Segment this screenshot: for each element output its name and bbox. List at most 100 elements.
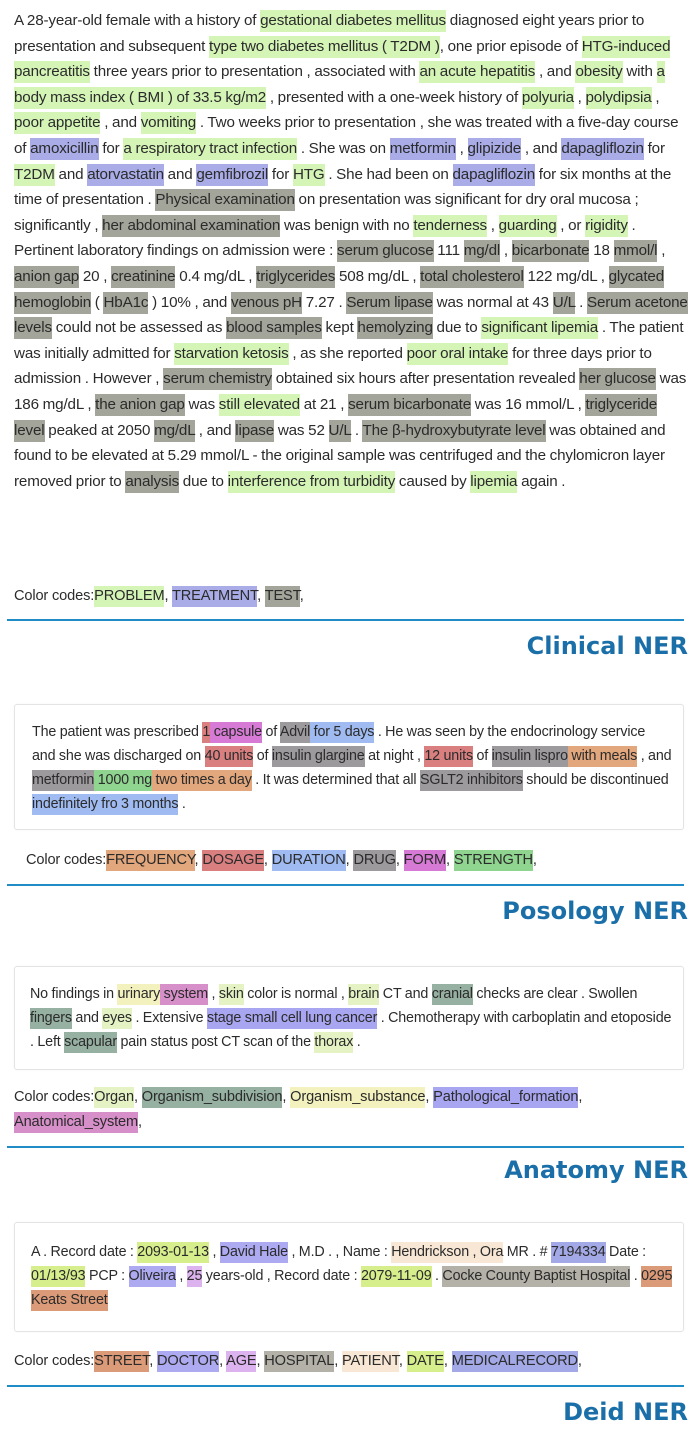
legend-item-form: FORM — [403, 850, 446, 871]
entity-organism-subdivision: cranial — [431, 984, 473, 1005]
entity-test: mg/dL — [154, 419, 195, 442]
legend-item-organism-subdivision: Organism_subdivision — [141, 1087, 282, 1108]
plain-text: due to — [432, 319, 482, 337]
entity-problem: poor appetite — [14, 112, 101, 135]
clinical-ner-text: A 28-year-old female with a history of g… — [14, 8, 690, 494]
plain-text: . — [353, 1034, 361, 1050]
plain-text: again . — [517, 472, 566, 490]
entity-problem: still elevated — [218, 393, 300, 416]
legend-separator: , — [532, 852, 537, 868]
entity-drug: SGLT2 inhibitors — [419, 770, 523, 791]
entity-organ: brain — [348, 984, 379, 1005]
entity-organism-subdivision: scapular — [64, 1032, 117, 1053]
plain-text: pain status post CT scan of the — [116, 1034, 315, 1050]
entity-test: creatinine — [111, 265, 176, 288]
legend-item-medicalrecord: MEDICALRECORD — [451, 1351, 578, 1372]
legend-item-hospital: HOSPITAL — [264, 1351, 334, 1372]
entity-test: serum bicarbonate — [348, 393, 471, 416]
legend-prefix: Color codes: — [14, 1089, 95, 1105]
plain-text: , or — [556, 216, 586, 234]
deid-ner-section: A . Record date : 2093-01-13 , David Hal… — [0, 1210, 700, 1440]
plain-text: . — [351, 421, 363, 439]
entity-date: 2093-01-13 — [137, 1242, 209, 1263]
entity-problem: interference from turbidity — [227, 470, 395, 493]
deid-ner-text: A . Record date : 2093-01-13 , David Hal… — [31, 1240, 676, 1312]
entity-organ: skin — [218, 984, 244, 1005]
entity-problem: obesity — [575, 61, 623, 84]
plain-text: A 28-year-old female with a history of — [14, 12, 261, 29]
entity-problem: guarding — [498, 214, 557, 237]
legend-separator: , — [425, 1089, 434, 1105]
plain-text: Date : — [605, 1244, 646, 1260]
plain-text: MR . # — [503, 1244, 551, 1260]
entity-organism-substance: urinary — [117, 984, 160, 1005]
legend-separator: , — [257, 588, 265, 604]
posology-ner-card: The patient was prescribed 1 capsule of … — [14, 704, 684, 830]
plain-text: The patient was prescribed — [32, 724, 203, 740]
entity-test: U/L — [328, 419, 351, 442]
plain-text: for — [643, 139, 665, 157]
plain-text: . — [630, 1268, 642, 1284]
entity-problem: tenderness — [413, 214, 487, 237]
plain-text: at 21 , — [299, 395, 349, 413]
legend-separator: , — [446, 852, 454, 868]
entity-organ: thorax — [314, 1032, 353, 1053]
entity-treatment: gemfibrozil — [196, 163, 268, 186]
entity-anatomical-system: system — [160, 984, 208, 1005]
legend-separator: , — [137, 1114, 142, 1130]
legend-separator: , — [149, 1353, 158, 1369]
legend-item-age: AGE — [226, 1351, 257, 1372]
entity-date: 2079-11-09 — [360, 1266, 432, 1287]
entity-problem: poor oral intake — [406, 342, 508, 365]
posology-ner-divider — [7, 884, 684, 886]
plain-text: could not be assessed as — [51, 319, 227, 337]
plain-text: peaked at 2050 — [44, 421, 155, 439]
entity-pathological-formation: stage small cell lung cancer — [206, 1008, 377, 1029]
entity-test: her abdominal examination — [102, 214, 280, 237]
entity-test: blood samples — [226, 317, 322, 340]
entity-test: Physical examination — [155, 189, 295, 212]
plain-text: , — [208, 986, 219, 1002]
entity-problem: vomiting — [140, 112, 196, 135]
entity-frequency: with meals — [567, 746, 637, 767]
plain-text: , — [651, 88, 660, 106]
entity-hospital: Cocke County Baptist Hospital — [442, 1266, 630, 1287]
entity-problem: gestational diabetes mellitus — [260, 10, 446, 32]
legend-item-duration: DURATION — [271, 850, 346, 871]
plain-text: 508 mg/dL , — [335, 267, 421, 285]
entity-drug: metformin — [32, 770, 94, 791]
entity-drug: insulin lispro — [491, 746, 568, 767]
legend-prefix: Color codes: — [14, 588, 95, 604]
legend-separator: , — [395, 852, 404, 868]
plain-text: ( — [91, 293, 104, 311]
entity-problem: significant lipemia — [481, 317, 598, 340]
entity-duration: for 5 days — [310, 722, 374, 743]
plain-text: , and — [535, 63, 576, 81]
entity-organism-subdivision: fingers — [30, 1008, 72, 1029]
plain-text: 7.27 . — [301, 293, 347, 311]
plain-text: kept — [321, 319, 358, 337]
plain-text: , — [175, 1268, 187, 1284]
legend-item-doctor: DOCTOR — [157, 1351, 219, 1372]
entity-drug: Advil — [279, 722, 310, 743]
entity-test: serum glucose — [337, 240, 434, 263]
entity-test: analysis — [125, 470, 179, 493]
plain-text: checks are clear . Swollen — [472, 986, 638, 1002]
posology-ner-text: The patient was prescribed 1 capsule of … — [32, 720, 672, 816]
legend-item-treatment: TREATMENT — [172, 586, 257, 607]
entity-doctor: David Hale — [219, 1242, 288, 1263]
legend-item-dosage: DOSAGE — [202, 850, 264, 871]
deid-ner-legend: Color codes:STREET, DOCTOR, AGE, HOSPITA… — [14, 1350, 684, 1372]
legend-prefix: Color codes: — [26, 852, 107, 868]
clinical-ner-title: Clinical NER — [526, 632, 688, 660]
anatomy-ner-card: No findings in urinary system , skin col… — [14, 966, 684, 1070]
entity-test: HbA1c — [103, 291, 148, 314]
entity-age: 25 — [186, 1266, 202, 1287]
entity-test: hemolyzing — [357, 317, 433, 340]
legend-separator: , — [133, 1089, 142, 1105]
plain-text: . She was on — [297, 139, 390, 157]
plain-text: PCP : — [85, 1268, 129, 1284]
entity-test: lipase — [235, 419, 274, 442]
entity-treatment: amoxicillin — [30, 137, 99, 160]
legend-item-test: TEST — [264, 586, 300, 607]
